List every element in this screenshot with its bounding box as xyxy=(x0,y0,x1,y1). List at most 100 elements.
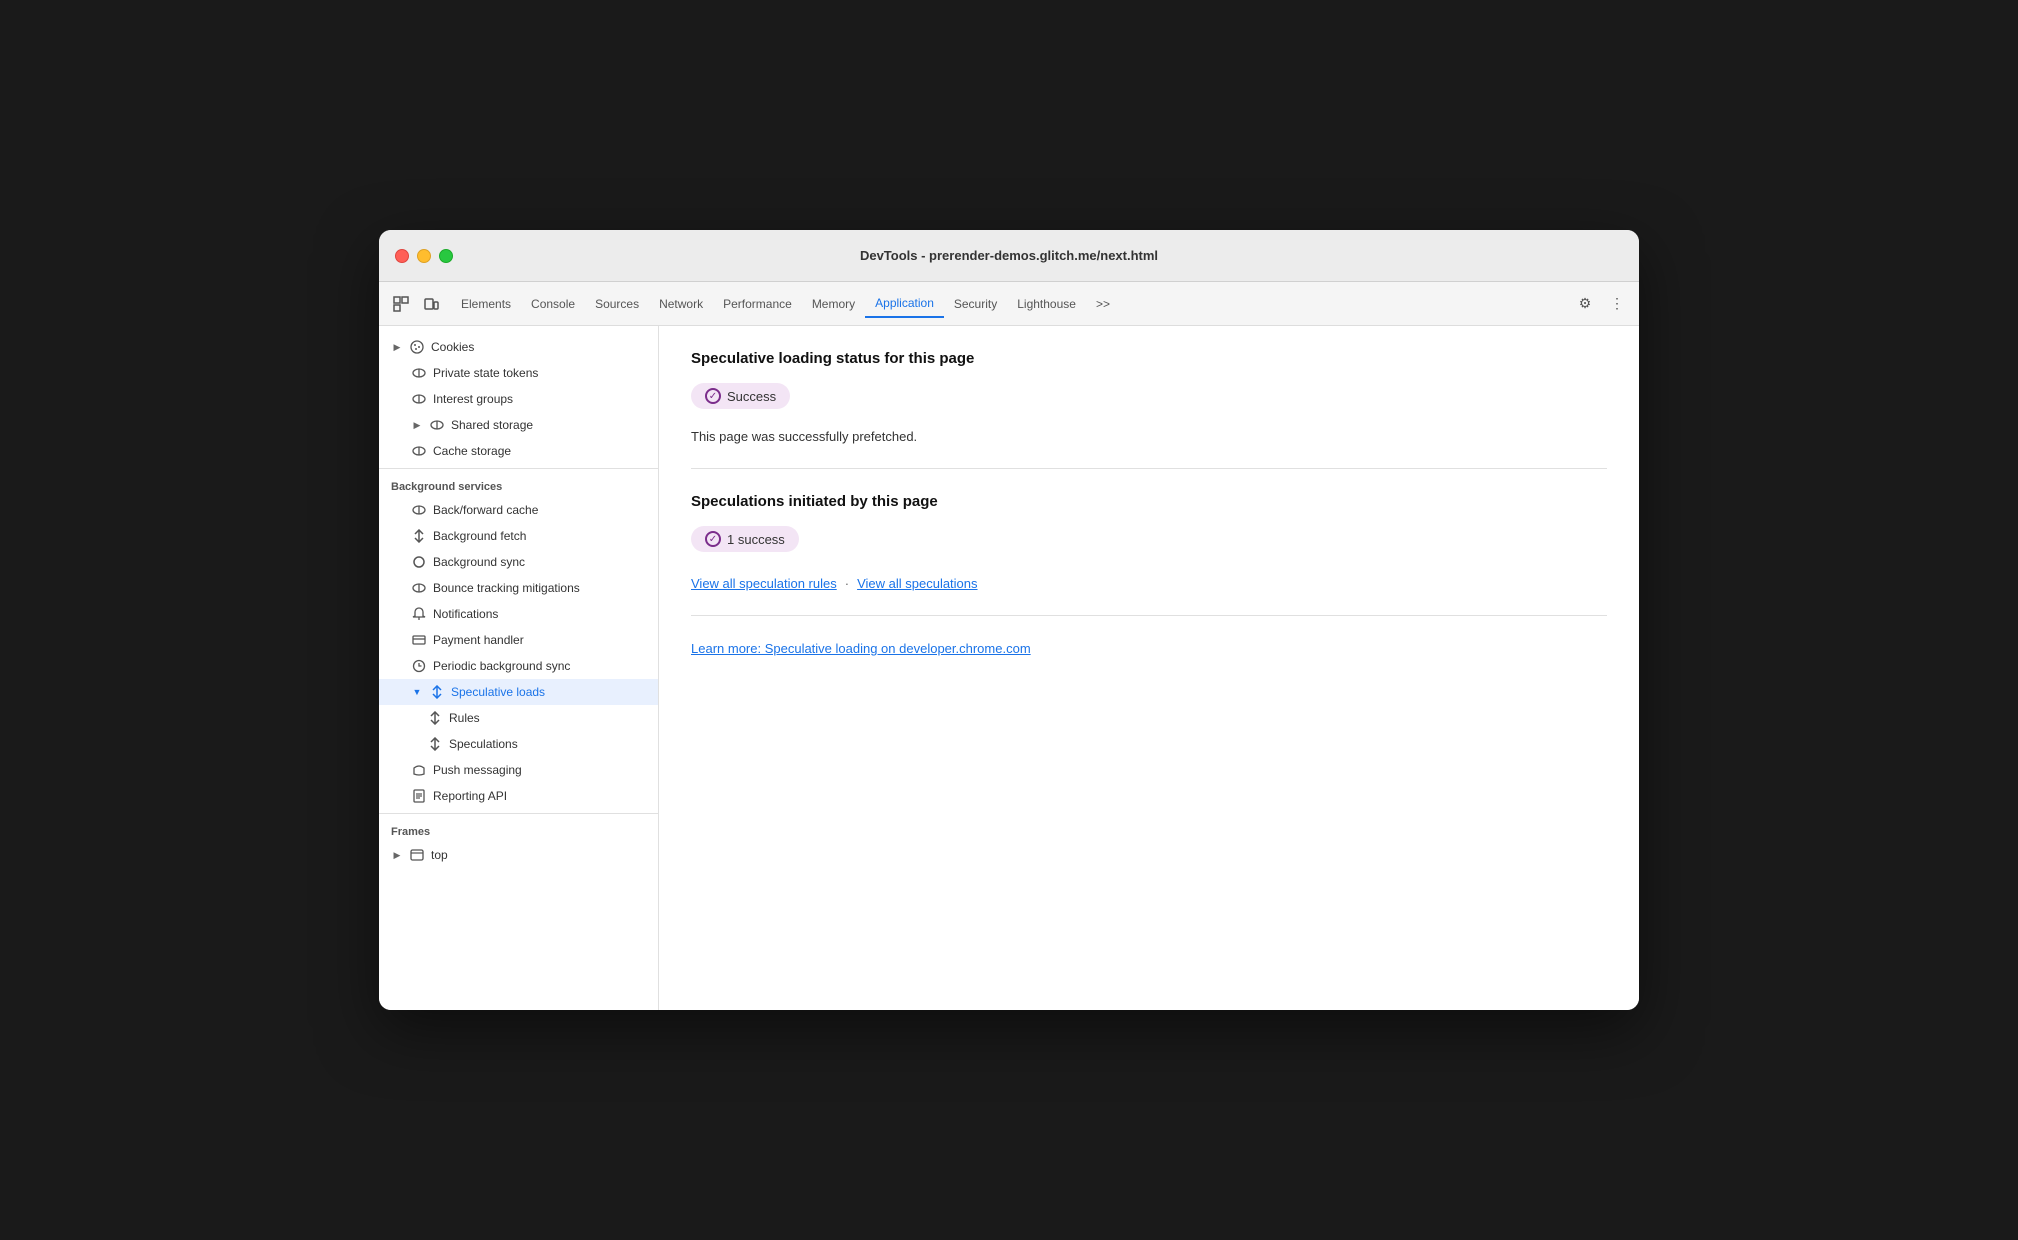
back-forward-icon xyxy=(411,502,427,518)
cache-storage-icon xyxy=(411,443,427,459)
tab-performance[interactable]: Performance xyxy=(713,291,802,317)
sidebar-item-private-state[interactable]: Private state tokens xyxy=(379,360,658,386)
periodic-sync-icon xyxy=(411,658,427,674)
toolbar-tabs: Elements Console Sources Network Perform… xyxy=(451,290,1120,318)
success-badge-text: Success xyxy=(727,389,776,404)
view-all-speculations-link[interactable]: View all speculations xyxy=(857,576,977,591)
tab-console[interactable]: Console xyxy=(521,291,585,317)
sidebar-item-back-forward[interactable]: Back/forward cache xyxy=(379,497,658,523)
minimize-button[interactable] xyxy=(417,249,431,263)
traffic-lights xyxy=(395,249,453,263)
settings-icon[interactable]: ⚙ xyxy=(1571,290,1599,318)
learn-more-link[interactable]: Learn more: Speculative loading on devel… xyxy=(691,641,1031,656)
one-success-icon: ✓ xyxy=(705,531,721,547)
sidebar-item-cache-storage[interactable]: Cache storage xyxy=(379,438,658,464)
view-all-rules-link[interactable]: View all speculation rules xyxy=(691,576,837,591)
learn-more-section: Learn more: Speculative loading on devel… xyxy=(691,640,1607,682)
push-messaging-icon xyxy=(411,762,427,778)
cookies-chevron: ▶ xyxy=(391,341,403,353)
tab-memory[interactable]: Memory xyxy=(802,291,865,317)
window-title: DevTools - prerender-demos.glitch.me/nex… xyxy=(860,248,1158,263)
speculations-initiated-section: Speculations initiated by this page ✓ 1 … xyxy=(691,493,1607,616)
interest-groups-label: Interest groups xyxy=(433,392,513,406)
sidebar-item-top[interactable]: ▶ top xyxy=(379,842,658,868)
reporting-api-label: Reporting API xyxy=(433,789,507,803)
top-chevron: ▶ xyxy=(391,849,403,861)
device-toggle-icon[interactable] xyxy=(417,290,445,318)
section1-desc: This page was successfully prefetched. xyxy=(691,429,1607,444)
payment-handler-label: Payment handler xyxy=(433,633,524,647)
sidebar-item-bounce-tracking[interactable]: Bounce tracking mitigations xyxy=(379,575,658,601)
cookies-label: Cookies xyxy=(431,340,474,354)
sidebar-item-background-fetch[interactable]: Background fetch xyxy=(379,523,658,549)
sidebar: ▶ Cookies Private state tokens Interest … xyxy=(379,326,659,1010)
top-icon xyxy=(409,847,425,863)
frames-section-label: Frames xyxy=(379,818,658,842)
section2-title: Speculations initiated by this page xyxy=(691,493,1607,510)
titlebar: DevTools - prerender-demos.glitch.me/nex… xyxy=(379,230,1639,282)
main-content: ▶ Cookies Private state tokens Interest … xyxy=(379,326,1639,1010)
reporting-api-icon xyxy=(411,788,427,804)
back-forward-label: Back/forward cache xyxy=(433,503,538,517)
bounce-tracking-label: Bounce tracking mitigations xyxy=(433,581,580,595)
speculations-icon xyxy=(427,736,443,752)
speculative-status-section: Speculative loading status for this page… xyxy=(691,350,1607,469)
background-sync-icon xyxy=(411,554,427,570)
sidebar-item-background-sync[interactable]: Background sync xyxy=(379,549,658,575)
close-button[interactable] xyxy=(395,249,409,263)
devtools-window: DevTools - prerender-demos.glitch.me/nex… xyxy=(379,230,1639,1010)
rules-icon xyxy=(427,710,443,726)
background-section-label: Background services xyxy=(379,473,658,497)
speculative-loads-icon xyxy=(429,684,445,700)
divider-2 xyxy=(379,813,658,814)
section1-title: Speculative loading status for this page xyxy=(691,350,1607,367)
one-success-badge: ✓ 1 success xyxy=(691,526,799,552)
maximize-button[interactable] xyxy=(439,249,453,263)
sidebar-item-payment-handler[interactable]: Payment handler xyxy=(379,627,658,653)
sidebar-item-interest-groups[interactable]: Interest groups xyxy=(379,386,658,412)
interest-groups-icon xyxy=(411,391,427,407)
tab-application[interactable]: Application xyxy=(865,290,944,318)
sidebar-item-cookies[interactable]: ▶ Cookies xyxy=(379,334,658,360)
link-separator: · xyxy=(845,576,849,591)
bounce-tracking-icon xyxy=(411,580,427,596)
sidebar-item-shared-storage[interactable]: ▶ Shared storage xyxy=(379,412,658,438)
top-label: top xyxy=(431,848,448,862)
periodic-sync-label: Periodic background sync xyxy=(433,659,570,673)
shared-storage-chevron: ▶ xyxy=(411,419,423,431)
private-state-icon xyxy=(411,365,427,381)
speculative-loads-label: Speculative loads xyxy=(451,685,545,699)
notifications-icon xyxy=(411,606,427,622)
tab-elements[interactable]: Elements xyxy=(451,291,521,317)
speculation-links: View all speculation rules · View all sp… xyxy=(691,576,1607,591)
sidebar-item-speculative-loads[interactable]: ▼ Speculative loads xyxy=(379,679,658,705)
shared-storage-label: Shared storage xyxy=(451,418,533,432)
toolbar-right: ⚙ ⋮ xyxy=(1571,290,1631,318)
sidebar-item-push-messaging[interactable]: Push messaging xyxy=(379,757,658,783)
tab-more[interactable]: >> xyxy=(1086,291,1120,317)
background-fetch-icon xyxy=(411,528,427,544)
payment-handler-icon xyxy=(411,632,427,648)
sidebar-item-reporting-api[interactable]: Reporting API xyxy=(379,783,658,809)
push-messaging-label: Push messaging xyxy=(433,763,522,777)
notifications-label: Notifications xyxy=(433,607,498,621)
background-sync-label: Background sync xyxy=(433,555,525,569)
speculations-label: Speculations xyxy=(449,737,518,751)
sidebar-item-rules[interactable]: Rules xyxy=(379,705,658,731)
toolbar: Elements Console Sources Network Perform… xyxy=(379,282,1639,326)
tab-security[interactable]: Security xyxy=(944,291,1007,317)
success-badge: ✓ Success xyxy=(691,383,790,409)
more-options-icon[interactable]: ⋮ xyxy=(1603,290,1631,318)
cookies-icon xyxy=(409,339,425,355)
content-panel: Speculative loading status for this page… xyxy=(659,326,1639,1010)
tab-lighthouse[interactable]: Lighthouse xyxy=(1007,291,1086,317)
sidebar-item-notifications[interactable]: Notifications xyxy=(379,601,658,627)
divider-1 xyxy=(379,468,658,469)
private-state-label: Private state tokens xyxy=(433,366,538,380)
inspector-icon[interactable] xyxy=(387,290,415,318)
one-success-text: 1 success xyxy=(727,532,785,547)
sidebar-item-speculations[interactable]: Speculations xyxy=(379,731,658,757)
tab-sources[interactable]: Sources xyxy=(585,291,649,317)
sidebar-item-periodic-sync[interactable]: Periodic background sync xyxy=(379,653,658,679)
tab-network[interactable]: Network xyxy=(649,291,713,317)
